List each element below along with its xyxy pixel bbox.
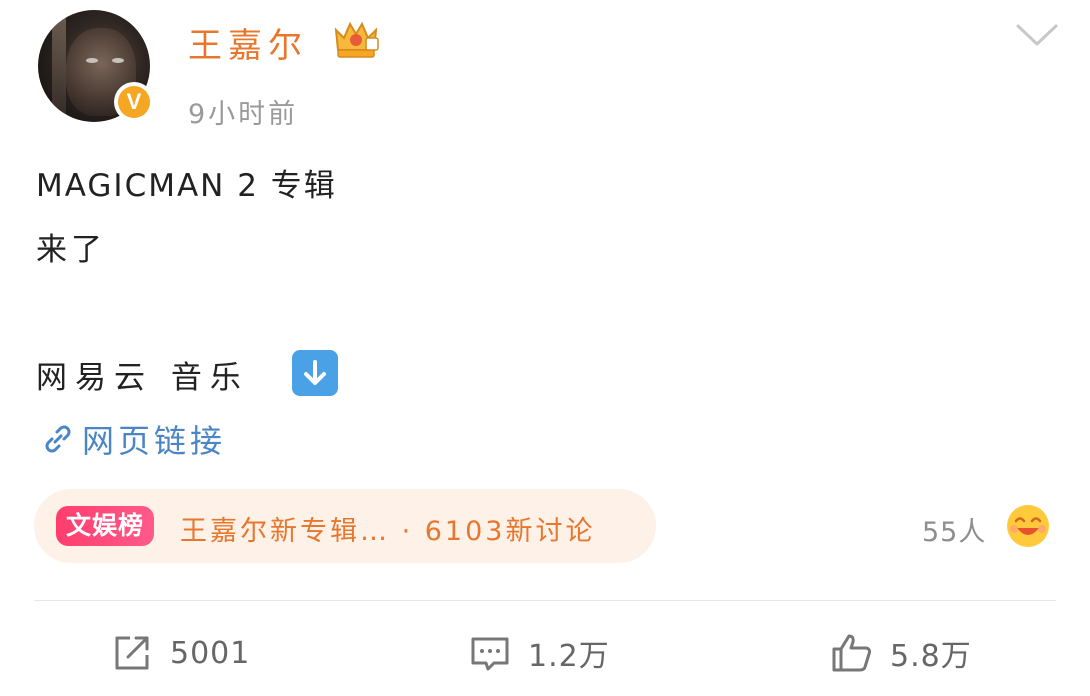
- thumbs-up-icon: [832, 634, 872, 672]
- repost-button[interactable]: 5001: [110, 628, 250, 678]
- hot-topic-pill[interactable]: 文娱榜 王嘉尔新专辑… · 6103新讨论: [34, 489, 656, 563]
- hot-topic-tag: 文娱榜: [56, 506, 155, 546]
- crown-icon[interactable]: [330, 16, 382, 62]
- chevron-down-icon[interactable]: [1012, 18, 1062, 52]
- post-text-line: MAGICMAN 2 专辑: [36, 168, 337, 204]
- avatar-eye: [112, 58, 124, 63]
- comment-icon: [471, 637, 509, 671]
- laughing-face-icon[interactable]: [1004, 502, 1052, 550]
- post-text-line: 网易云 音乐: [36, 360, 249, 396]
- like-button[interactable]: 5.8万: [830, 628, 972, 678]
- verified-badge-icon: V: [114, 82, 154, 122]
- post-timestamp: 9小时前: [188, 99, 299, 130]
- repost-icon: [115, 636, 149, 670]
- reaction-count: 55人: [922, 517, 987, 548]
- comment-count: 1.2万: [528, 639, 610, 674]
- avatar-eye: [86, 58, 98, 63]
- web-link-label: 网页链接: [82, 422, 227, 460]
- repost-count: 5001: [170, 635, 251, 671]
- down-arrow-icon: [292, 350, 338, 396]
- web-link[interactable]: 网页链接: [38, 416, 226, 462]
- hot-topic-text: 王嘉尔新专辑… · 6103新讨论: [180, 516, 596, 547]
- link-icon: [45, 425, 71, 453]
- author-name[interactable]: 王嘉尔: [188, 18, 308, 67]
- verified-badge-letter: V: [118, 86, 150, 118]
- avatar-streak: [52, 10, 66, 122]
- like-count: 5.8万: [890, 639, 972, 674]
- divider: [34, 600, 1056, 601]
- comment-button[interactable]: 1.2万: [468, 628, 610, 678]
- post-text-line: 来了: [36, 232, 106, 268]
